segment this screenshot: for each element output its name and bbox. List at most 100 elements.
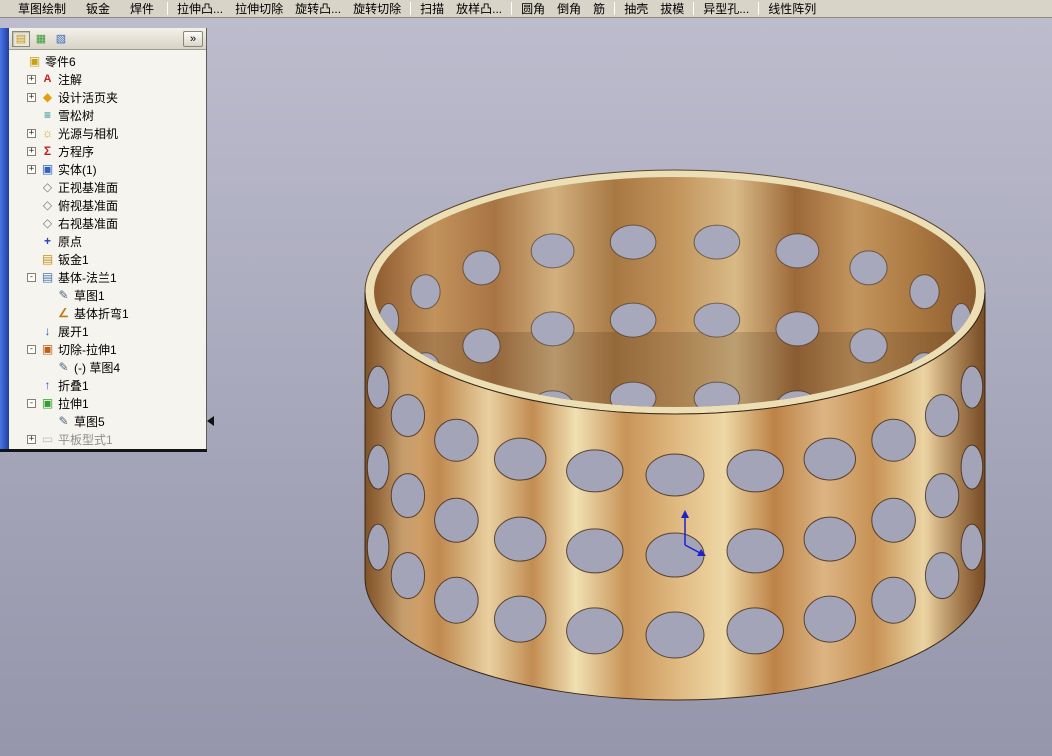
expand-toggle[interactable]: -	[27, 344, 36, 354]
tree-item-label: 切除-拉伸1	[58, 342, 117, 357]
tree-item-equations[interactable]: + Σ 方程序	[9, 142, 206, 160]
cut-extrude-icon: ▣	[41, 342, 54, 356]
expand-toggle[interactable]: +	[27, 164, 36, 174]
draft-button[interactable]: 拔模	[654, 0, 690, 17]
tree-item-label: 基体折弯1	[74, 306, 129, 321]
tree-item-base-flange[interactable]: - ▤ 基体-法兰1	[9, 268, 206, 286]
unfold-icon: ↓	[44, 324, 51, 338]
fillet-button[interactable]: 圆角	[515, 0, 551, 17]
expand-toggle[interactable]: +	[27, 128, 36, 138]
tree-item-sheet-metal[interactable]: ▤ 钣金1	[9, 250, 206, 268]
origin-icon: +	[43, 234, 51, 248]
panel-collapse-arrow[interactable]	[207, 416, 214, 426]
feature-manager-panel: ▤ ▦ ▧ » ▣ 零件6 + A 注解 + ◆ 设计活页夹 ≡ 雪松树 + ☼ 光源与相机 +…	[0, 28, 207, 452]
panel-body: ▤ ▦ ▧ » ▣ 零件6 + A 注解 + ◆ 设计活页夹 ≡ 雪松树 + ☼ 光源与相机 +…	[9, 28, 207, 449]
tree-item-label: 注解	[58, 72, 83, 87]
sketch-icon: ✎	[58, 414, 69, 428]
tree-item-label: 平板型式1	[58, 432, 113, 447]
base-flange-icon: ▤	[41, 270, 54, 284]
chamfer-button[interactable]: 倒角	[551, 0, 587, 17]
shell-button[interactable]: 抽壳	[618, 0, 654, 17]
tree-item-cut-extrude[interactable]: - ▣ 切除-拉伸1	[9, 340, 206, 358]
tree-item-extrude[interactable]: - ▣ 拉伸1	[9, 394, 206, 412]
sweep-button[interactable]: 扫描	[414, 0, 450, 17]
feature-tree: ▣ 零件6 + A 注解 + ◆ 设计活页夹 ≡ 雪松树 + ☼ 光源与相机 + Σ 方程序 + ▣ 实…	[9, 50, 206, 449]
tree-item-base-bend[interactable]: ∠ 基体折弯1	[9, 304, 206, 322]
tree-item-label: 俯视基准面	[58, 198, 119, 213]
toolbar-separator	[511, 2, 513, 15]
lights-cameras-icon: ☼	[42, 126, 53, 140]
solid-bodies-icon: ▣	[41, 162, 54, 176]
tree-item-label: 拉伸1	[58, 396, 89, 411]
lofted-boss-button[interactable]: 放样凸...	[450, 0, 508, 17]
plane-icon: ◇	[42, 216, 53, 230]
propertymanager-tab-icon[interactable]: ▦	[32, 31, 50, 47]
expand-toggle[interactable]: -	[27, 272, 36, 282]
toolbar-separator	[410, 2, 412, 15]
tree-item-label: 基体-法兰1	[58, 270, 117, 285]
extrude-icon: ▣	[41, 396, 54, 410]
toolbar-separator	[167, 2, 169, 15]
tree-item-label: 零件6	[45, 54, 76, 69]
tree-item-unfold[interactable]: ↓ 展开1	[9, 322, 206, 340]
tree-item-lights-cameras[interactable]: + ☼ 光源与相机	[9, 124, 206, 142]
plane-icon: ◇	[42, 180, 53, 194]
main-area: ▤ ▦ ▧ » ▣ 零件6 + A 注解 + ◆ 设计活页夹 ≡ 雪松树 + ☼ 光源与相机 +…	[0, 18, 1052, 756]
revolved-boss-button[interactable]: 旋转凸...	[289, 0, 347, 17]
tree-item-label: 光源与相机	[58, 126, 119, 141]
tree-item-label: 草图5	[74, 414, 105, 429]
panel-expand-chevron[interactable]: »	[183, 30, 203, 47]
toolbar-tab-sheetmetal[interactable]: 钣金	[76, 0, 120, 17]
tree-item-label: 雪松树	[58, 108, 95, 123]
expand-toggle[interactable]: +	[27, 146, 36, 156]
extruded-cut-button[interactable]: 拉伸切除	[229, 0, 289, 17]
tree-item-annotations[interactable]: + A 注解	[9, 70, 206, 88]
equations-icon: Σ	[43, 144, 52, 158]
tree-item-design-binder[interactable]: + ◆ 设计活页夹	[9, 88, 206, 106]
toolbar-tab-sketch[interactable]: 草图绘制	[8, 0, 76, 17]
sheet-metal-icon: ▤	[41, 252, 54, 266]
linear-pattern-button[interactable]: 线性阵列	[762, 0, 822, 17]
tree-item-label: 钣金1	[58, 252, 89, 267]
toolbar-separator	[758, 2, 760, 15]
plane-icon: ◇	[42, 198, 53, 212]
fold-icon: ↑	[44, 378, 51, 392]
revolved-cut-button[interactable]: 旋转切除	[347, 0, 407, 17]
tree-item-fold[interactable]: ↑ 折叠1	[9, 376, 206, 394]
sketch-icon: ✎	[58, 288, 69, 302]
tree-item-material[interactable]: ≡ 雪松树	[9, 106, 206, 124]
tree-item-solid-bodies[interactable]: + ▣ 实体(1)	[9, 160, 206, 178]
tree-item-sketch1[interactable]: ✎ 草图1	[9, 286, 206, 304]
tree-item-label: (-) 草图4	[74, 360, 120, 375]
panel-accent-strip	[0, 28, 9, 449]
tree-item-sketch5[interactable]: ✎ 草图5	[9, 412, 206, 430]
tree-item-label: 方程序	[58, 144, 95, 159]
tree-item-flat-pattern[interactable]: + ▭ 平板型式1	[9, 430, 206, 448]
toolbar-separator	[614, 2, 616, 15]
design-binder-icon: ◆	[42, 90, 53, 104]
part-icon: ▣	[28, 54, 41, 68]
tree-item-label: 折叠1	[58, 378, 89, 393]
tree-item-part[interactable]: ▣ 零件6	[9, 52, 206, 70]
tree-item-label: 草图1	[74, 288, 105, 303]
tree-item-label: 展开1	[58, 324, 89, 339]
tree-item-origin[interactable]: + 原点	[9, 232, 206, 250]
tree-item-sketch4[interactable]: ✎ (-) 草图4	[9, 358, 206, 376]
expand-toggle[interactable]: +	[27, 434, 36, 444]
sketch-icon: ✎	[58, 360, 69, 374]
hole-wizard-button[interactable]: 异型孔...	[697, 0, 755, 17]
expand-toggle[interactable]: -	[27, 398, 36, 408]
tree-item-top-plane[interactable]: ◇ 俯视基准面	[9, 196, 206, 214]
expand-toggle[interactable]: +	[27, 92, 36, 102]
material-icon: ≡	[43, 108, 51, 122]
toolbar-tab-weldments[interactable]: 焊件	[120, 0, 164, 17]
tree-item-front-plane[interactable]: ◇ 正视基准面	[9, 178, 206, 196]
rib-button[interactable]: 筋	[587, 0, 611, 17]
toolbar-separator	[693, 2, 695, 15]
extruded-boss-button[interactable]: 拉伸凸...	[171, 0, 229, 17]
featuremanager-tab-icon[interactable]: ▤	[12, 30, 30, 47]
expand-toggle[interactable]: +	[27, 74, 36, 84]
panel-header: ▤ ▦ ▧ »	[9, 28, 206, 50]
tree-item-right-plane[interactable]: ◇ 右视基准面	[9, 214, 206, 232]
configurationmanager-tab-icon[interactable]: ▧	[52, 31, 70, 47]
